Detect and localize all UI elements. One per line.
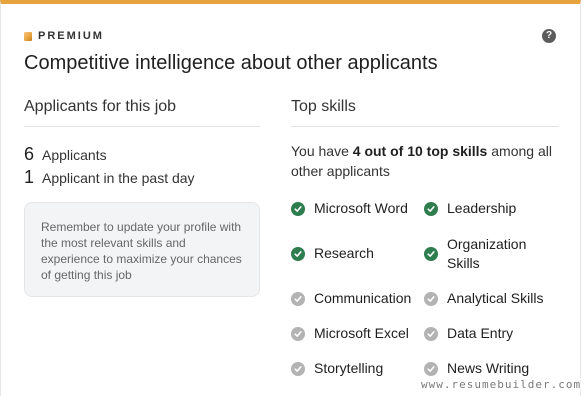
- card-title: Competitive intelligence about other app…: [24, 52, 438, 74]
- competitive-intelligence-card: PREMIUM ? Competitive intelligence about…: [0, 0, 582, 396]
- applicants-heading: Applicants for this job: [24, 98, 260, 127]
- question-circle-icon[interactable]: ?: [542, 29, 556, 43]
- skill-label: Leadership: [447, 200, 517, 216]
- skill-label: Communication: [314, 290, 412, 306]
- premium-badge: PREMIUM: [24, 30, 104, 42]
- check-circle-grey-icon: [424, 291, 438, 306]
- profile-tip: Remember to update your profile with the…: [24, 202, 260, 297]
- check-circle-grey-icon: [424, 326, 438, 341]
- check-circle-grey-icon: [291, 361, 305, 376]
- premium-logo-icon: [24, 31, 32, 41]
- skill-item: Leadership: [424, 191, 559, 226]
- applicants-total-label: Applicants: [42, 147, 107, 163]
- check-circle-icon: [291, 246, 305, 261]
- applicants-recent-label: Applicant in the past day: [42, 170, 195, 186]
- check-circle-grey-icon: [291, 326, 305, 341]
- applicants-total-stat: 6 Applicants: [24, 144, 260, 165]
- skill-label: Research: [314, 245, 374, 261]
- skill-item: Storytelling: [291, 351, 424, 386]
- skills-summary-count: 4 out of 10 top skills: [352, 143, 488, 159]
- applicants-recent-stat: 1 Applicant in the past day: [24, 167, 260, 188]
- premium-label: PREMIUM: [38, 30, 104, 42]
- skill-label: Organization Skills: [447, 235, 527, 271]
- skill-item: Microsoft Word: [291, 191, 424, 226]
- skills-summary: You have 4 out of 10 top skills among al…: [291, 141, 559, 181]
- check-circle-grey-icon: [424, 361, 438, 376]
- applicants-total-count: 6: [24, 144, 35, 164]
- watermark: www.resumebuilder.com: [421, 378, 582, 391]
- skill-label: News Writing: [447, 360, 530, 376]
- check-circle-grey-icon: [291, 291, 305, 306]
- applicants-recent-count: 1: [24, 167, 35, 187]
- skill-label: Storytelling: [314, 360, 384, 376]
- applicants-section: Applicants for this job 6 Applicants 1 A…: [24, 98, 260, 297]
- skill-item: Research: [291, 226, 424, 281]
- check-circle-icon: [424, 246, 438, 261]
- check-circle-icon: [291, 201, 305, 216]
- top-skills-section: Top skills You have 4 out of 10 top skil…: [291, 98, 559, 386]
- skill-label: Data Entry: [447, 325, 514, 341]
- check-circle-icon: [424, 201, 438, 216]
- skill-label: Microsoft Excel: [314, 325, 409, 341]
- skill-item: Organization Skills: [424, 226, 559, 281]
- skill-item: Data Entry: [424, 316, 559, 351]
- skill-item: Analytical Skills: [424, 281, 559, 316]
- skill-item: Microsoft Excel: [291, 316, 424, 351]
- skill-item: Communication: [291, 281, 424, 316]
- top-skills-heading: Top skills: [291, 98, 559, 127]
- skill-label: Microsoft Word: [314, 200, 408, 216]
- skill-label: Analytical Skills: [447, 290, 544, 306]
- skills-grid: Microsoft Word Leadership Research Organiza…: [291, 191, 559, 386]
- skills-summary-prefix: You have: [291, 143, 353, 159]
